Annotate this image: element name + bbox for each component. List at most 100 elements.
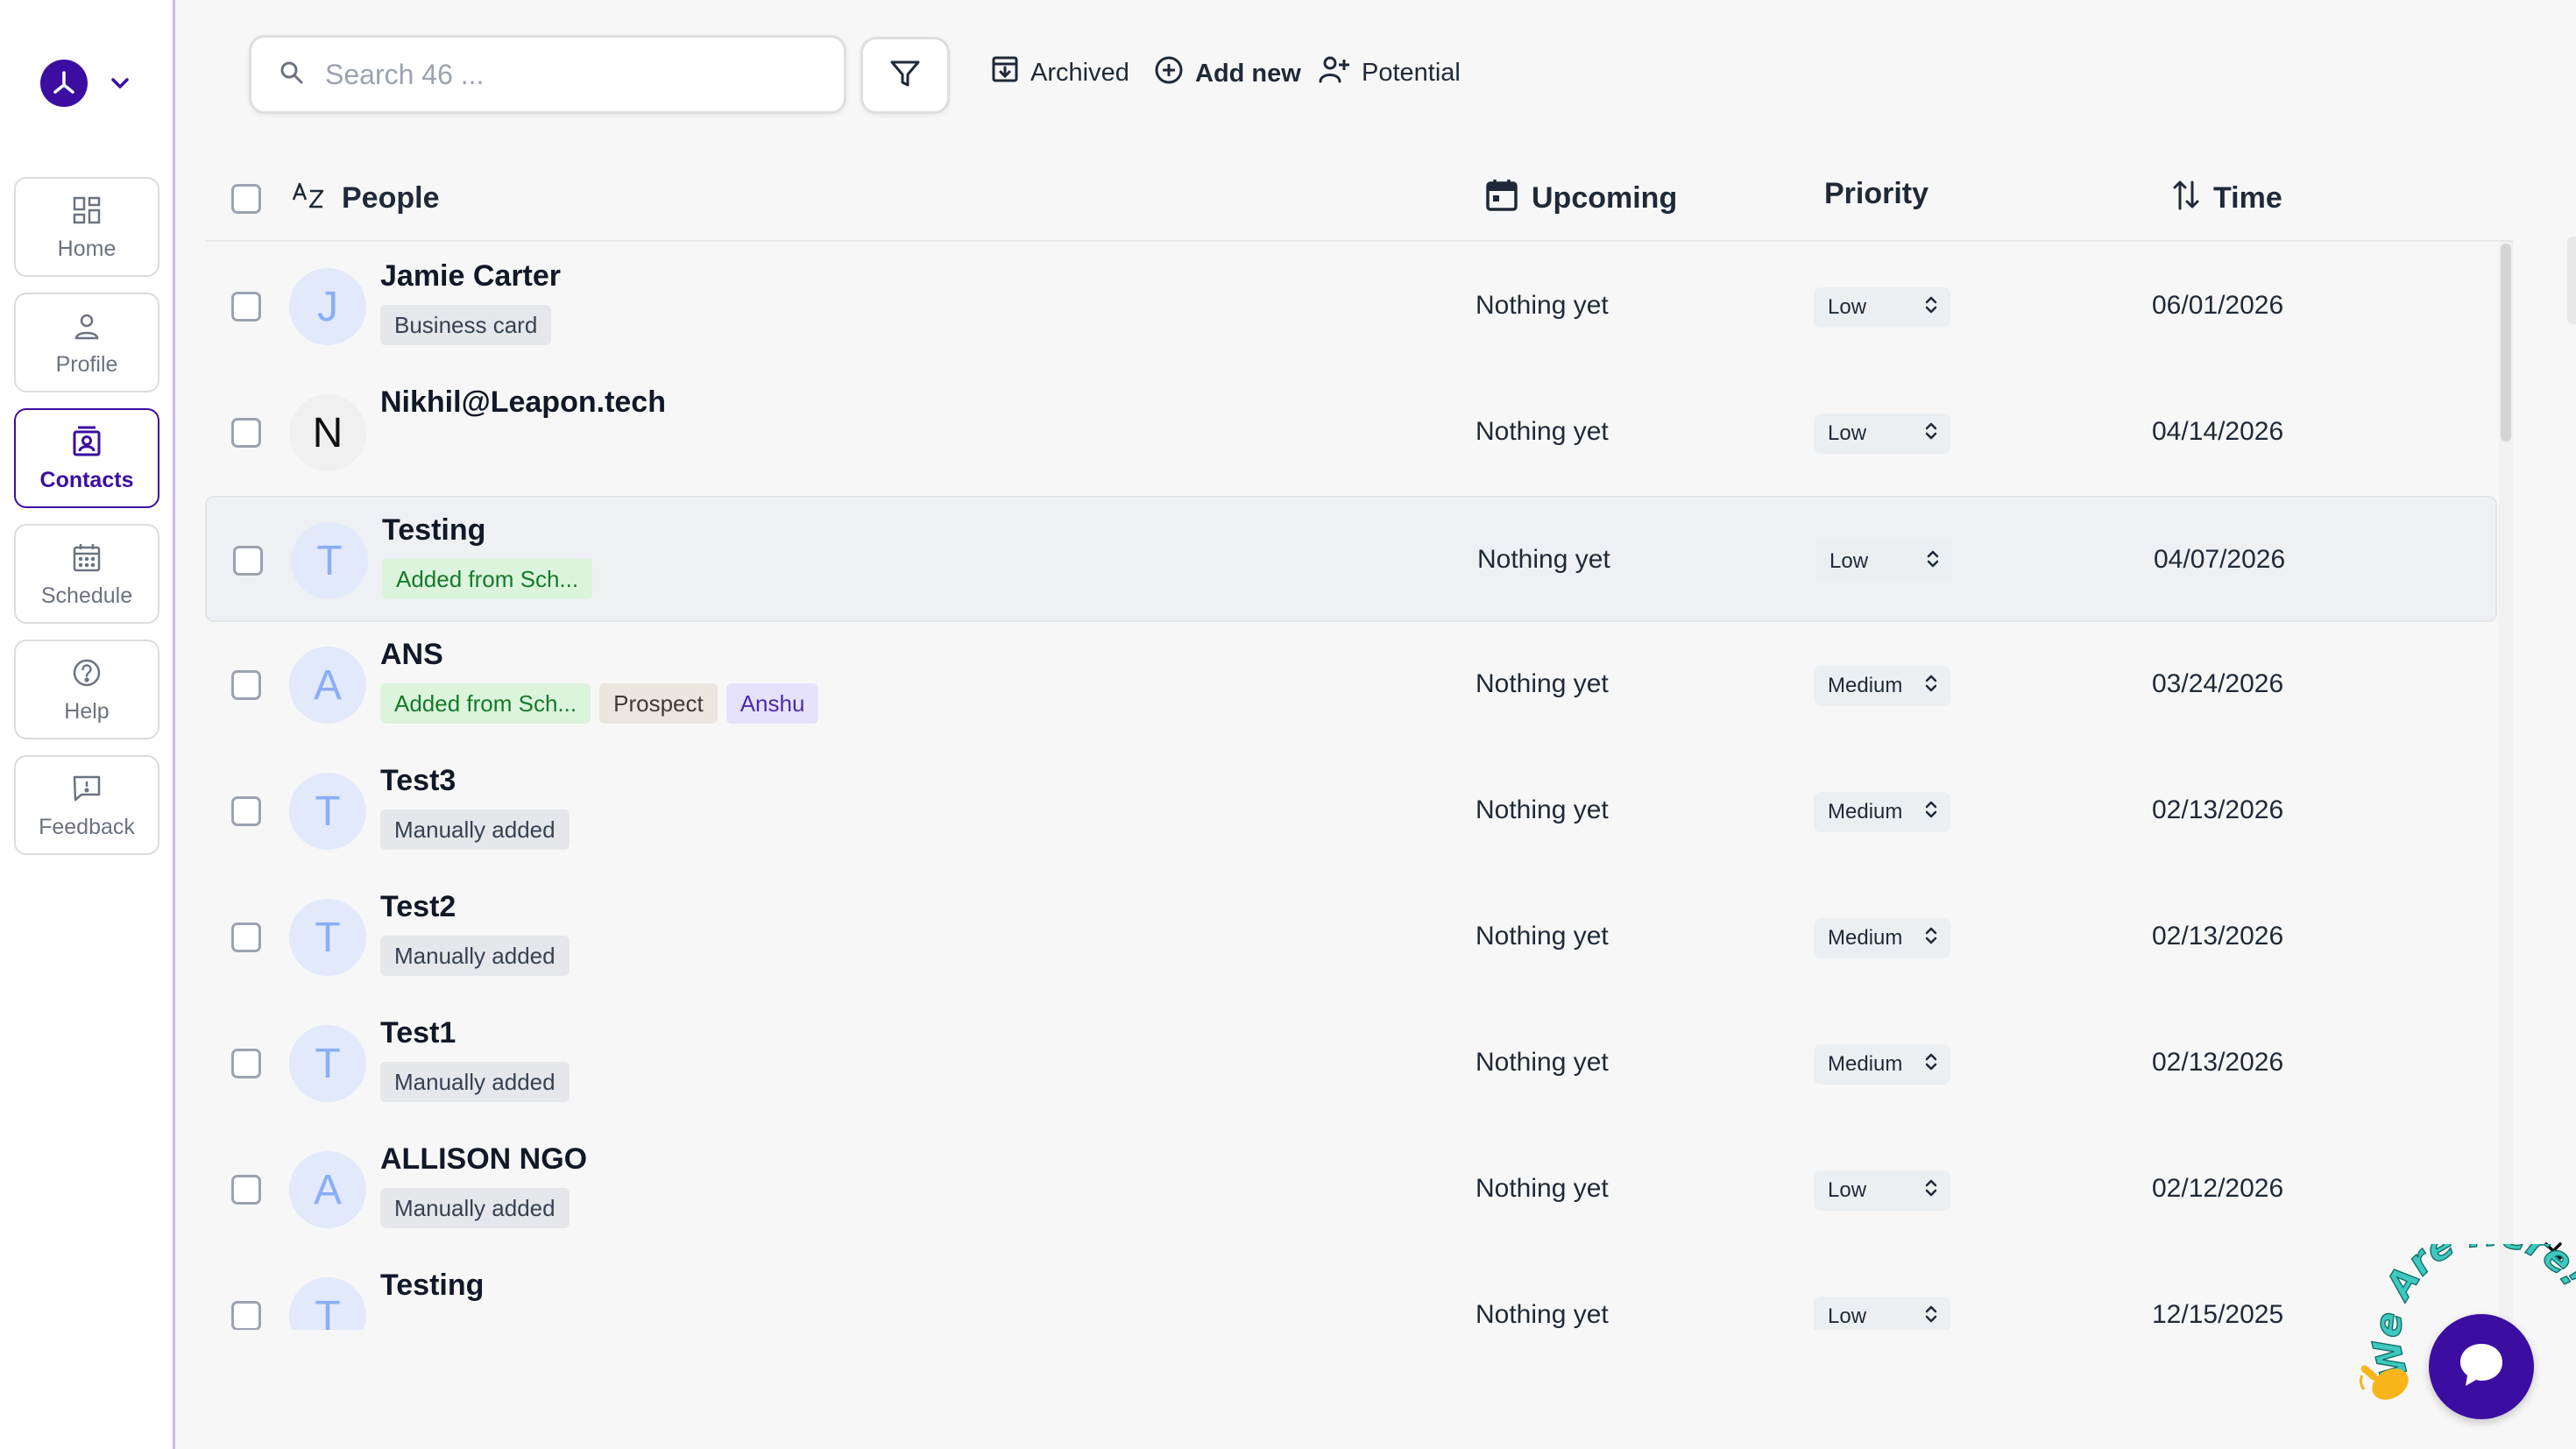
archived-label: Archived — [1030, 58, 1129, 87]
sidebar-item-help[interactable]: Help — [14, 640, 159, 739]
sort-icon — [2171, 177, 2201, 220]
person-icon — [69, 308, 104, 343]
row-checkbox[interactable] — [231, 1175, 261, 1205]
chat-bubble-icon — [2455, 1339, 2508, 1396]
select-arrows-icon — [1924, 421, 1938, 447]
filter-button[interactable] — [860, 37, 950, 114]
avatar: T — [291, 522, 368, 599]
contact-name[interactable]: Testing — [382, 513, 485, 548]
upcoming-column-header[interactable]: Upcoming — [1484, 177, 1677, 220]
search-input[interactable]: Search 46 ... — [249, 35, 846, 114]
sidebar-item-schedule[interactable]: Schedule — [14, 524, 159, 624]
upcoming-value: Nothing yet — [1477, 545, 1610, 574]
select-arrows-icon — [1924, 295, 1938, 321]
potential-label: Potential — [1362, 58, 1461, 87]
priority-select[interactable]: Medium — [1814, 666, 1950, 706]
contact-name[interactable]: ALLISON NGO — [380, 1142, 587, 1177]
select-all-checkbox[interactable] — [231, 184, 261, 214]
row-checkbox[interactable] — [231, 418, 261, 448]
row-checkbox[interactable] — [233, 546, 263, 576]
table-row[interactable]: T Test2 Manually added Nothing yet Medium 02/… — [205, 874, 2497, 1000]
contact-name[interactable]: Nikhil@Leapon.tech — [380, 385, 666, 420]
tag-badge: Manually added — [380, 1062, 570, 1102]
priority-select[interactable]: Medium — [1814, 1044, 1950, 1085]
sidebar-item-label: Profile — [55, 351, 118, 377]
priority-select[interactable]: Low — [1815, 541, 1952, 582]
add-person-icon — [1318, 54, 1351, 91]
archived-button[interactable]: Archived — [990, 54, 1129, 91]
contact-name[interactable]: Testing — [380, 1269, 484, 1303]
avatar: A — [289, 1151, 366, 1228]
priority-select[interactable]: Low — [1814, 413, 1950, 454]
row-checkbox[interactable] — [231, 1049, 261, 1078]
people-column-header[interactable]: People — [291, 177, 439, 220]
row-checkbox[interactable] — [231, 922, 261, 952]
table-header: People Upcoming Priority Time — [205, 161, 2513, 242]
table-row[interactable]: N Nikhil@Leapon.tech Nothing yet Low 04/14/2… — [205, 370, 2497, 496]
select-arrows-icon — [1924, 800, 1938, 825]
potential-button[interactable]: Potential — [1318, 54, 1461, 91]
avatar: A — [289, 647, 366, 724]
avatar: T — [289, 899, 366, 976]
add-circle-icon — [1153, 54, 1185, 93]
row-checkbox[interactable] — [231, 670, 261, 700]
priority-select[interactable]: Low — [1814, 1297, 1950, 1330]
chat-launcher-button[interactable] — [2429, 1314, 2534, 1419]
priority-value: Medium — [1828, 674, 1903, 697]
table-row[interactable]: T Test1 Manually added Nothing yet Medium 02/… — [205, 1000, 2497, 1127]
contact-name[interactable]: Test3 — [380, 764, 456, 798]
add-new-button[interactable]: Add new — [1153, 54, 1301, 93]
upcoming-value: Nothing yet — [1476, 669, 1609, 698]
time-value: 02/13/2026 — [2152, 795, 2284, 824]
avatar: T — [289, 773, 366, 850]
priority-column-header[interactable]: Priority — [1824, 177, 1928, 211]
row-checkbox[interactable] — [231, 1301, 261, 1330]
time-value: 12/15/2025 — [2152, 1300, 2284, 1329]
table-row[interactable]: J Jamie Carter Business card Nothing yet Low… — [205, 244, 2497, 370]
contact-name[interactable]: ANS — [380, 638, 443, 672]
table-row[interactable]: T Testing Added from Sch... Nothing yet Low 0… — [205, 496, 2497, 622]
sidebar-item-feedback[interactable]: Feedback — [14, 755, 159, 855]
row-checkbox[interactable] — [231, 292, 261, 322]
avatar: N — [289, 394, 366, 471]
time-column-header[interactable]: Time — [2171, 177, 2282, 220]
table-row[interactable]: A ALLISON NGO Manually added Nothing yet Low… — [205, 1127, 2497, 1253]
sidebar-item-contacts[interactable]: Contacts — [14, 408, 159, 508]
sidebar-item-home[interactable]: Home — [14, 177, 159, 277]
contact-name[interactable]: Test1 — [380, 1016, 456, 1050]
table-row[interactable]: T Testing Nothing yet Low 12/15/2025 — [205, 1253, 2497, 1330]
tag-badge: Manually added — [380, 809, 570, 850]
row-checkbox[interactable] — [231, 796, 261, 826]
priority-value: Low — [1828, 1178, 1867, 1202]
sidebar-item-label: Contacts — [39, 467, 134, 492]
upcoming-value: Nothing yet — [1476, 1048, 1609, 1077]
contact-name[interactable]: Test2 — [380, 890, 456, 924]
feedback-icon — [69, 771, 104, 806]
tag-badge: Manually added — [380, 1188, 570, 1228]
sidebar-item-profile[interactable]: Profile — [14, 293, 159, 392]
scrollbar-thumb[interactable] — [2501, 244, 2511, 442]
priority-select[interactable]: Medium — [1814, 792, 1950, 832]
tag-list: Manually added — [380, 1062, 570, 1102]
upcoming-value: Nothing yet — [1476, 291, 1609, 320]
priority-value: Low — [1828, 421, 1867, 445]
contacts-table-body: J Jamie Carter Business card Nothing yet Low… — [205, 244, 2497, 1330]
sidebar-item-label: Feedback — [39, 814, 135, 839]
priority-select[interactable]: Low — [1814, 287, 1950, 328]
table-row[interactable]: T Test3 Manually added Nothing yet Medium 02/… — [205, 748, 2497, 874]
table-row[interactable]: A ANS Added from Sch... Prospect Anshu Nothin… — [205, 622, 2497, 748]
side-panel-handle[interactable] — [2567, 237, 2576, 324]
calendar-icon — [69, 540, 104, 575]
sidebar-item-label: Home — [57, 236, 117, 261]
priority-select[interactable]: Low — [1814, 1170, 1950, 1211]
chevron-down-icon[interactable] — [107, 70, 133, 96]
tag-list: Business card — [380, 305, 552, 345]
select-arrows-icon — [1924, 1178, 1938, 1204]
tag-badge: Added from Sch... — [380, 683, 591, 724]
account-switcher[interactable] — [40, 60, 133, 107]
time-value: 02/13/2026 — [2152, 1048, 2284, 1077]
contact-name[interactable]: Jamie Carter — [380, 259, 561, 293]
search-icon — [278, 59, 306, 91]
priority-select[interactable]: Medium — [1814, 918, 1950, 958]
sidebar-item-label: Help — [64, 698, 110, 724]
